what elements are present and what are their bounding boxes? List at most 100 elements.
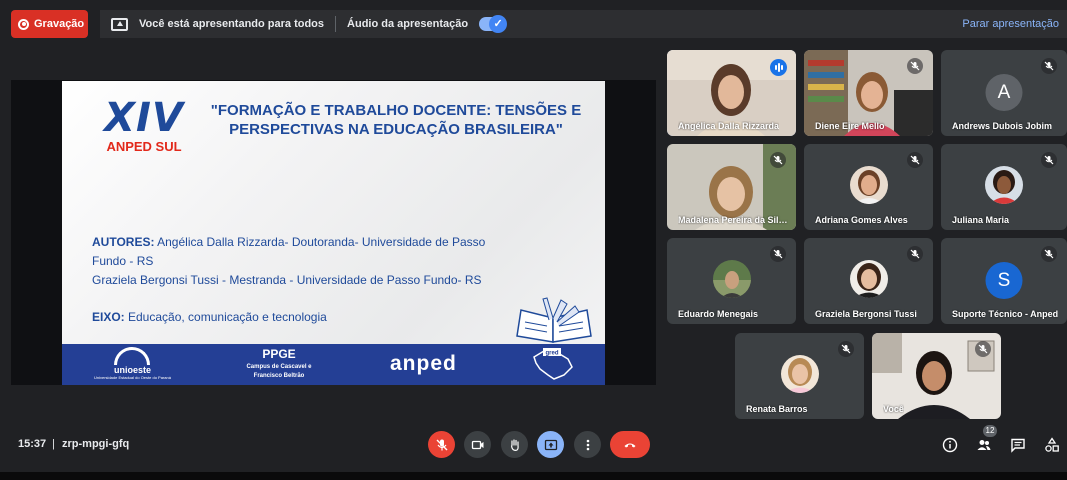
chat-button[interactable] xyxy=(1009,436,1027,454)
meeting-details-button[interactable] xyxy=(941,436,959,454)
participant-name: Renata Barros xyxy=(746,404,808,414)
participant-tile[interactable]: Madalena Pereira da Silva xyxy=(667,144,796,230)
ppge-logo: PPGE Campus de Cascavel e Francisco Belt… xyxy=(240,347,318,381)
chat-icon xyxy=(1011,438,1025,453)
camera-icon xyxy=(471,440,483,449)
mic-off-icon xyxy=(770,152,786,168)
unioeste-subtitle: Universidade Estadual do Oeste do Paraná xyxy=(94,375,171,380)
unioeste-name: unioeste xyxy=(113,365,151,375)
avatar xyxy=(780,355,819,393)
avatar xyxy=(985,166,1023,204)
avatar xyxy=(849,260,888,298)
slide-footer: unioeste Universidade Estadual do Oeste … xyxy=(62,344,605,385)
raise-hand-button[interactable] xyxy=(501,431,528,458)
authors-label: AUTORES: xyxy=(92,235,155,249)
separator: | xyxy=(52,438,55,450)
presenting-text: Você está apresentando para todos xyxy=(139,18,325,30)
activities-icon xyxy=(1045,437,1059,452)
participant-name: Angélica Dalla Rizzarda xyxy=(678,121,780,131)
avatar xyxy=(849,166,888,204)
mic-off-icon xyxy=(907,58,923,74)
ppge-subtitle: Campus de Cascavel e Francisco Beltrão xyxy=(246,364,312,379)
anped-logo: anped xyxy=(390,352,457,375)
participant-tile[interactable]: Adriana Gomes Alves xyxy=(804,144,933,230)
people-button[interactable] xyxy=(975,436,993,454)
participant-tile[interactable]: Eduardo Menegais xyxy=(667,238,796,324)
hang-up-icon xyxy=(624,443,636,447)
activities-button[interactable] xyxy=(1043,436,1061,454)
audio-toggle[interactable]: ✓ xyxy=(479,15,508,33)
check-icon: ✓ xyxy=(489,15,508,33)
participant-name: Diene Eire Mello xyxy=(815,121,885,131)
meeting-code: zrp-mpgi-gfq xyxy=(62,438,130,450)
present-screen-icon xyxy=(111,17,128,31)
participant-name: Adriana Gomes Alves xyxy=(815,215,908,225)
recording-label: Gravação xyxy=(34,18,85,30)
participant-tile[interactable]: Angélica Dalla Rizzarda xyxy=(667,50,796,136)
event-logo: XIV ANPED SUL xyxy=(94,97,194,154)
presentation-bar: Você está apresentando para todos Áudio … xyxy=(100,10,1067,38)
audio-label: Áudio da apresentação xyxy=(347,18,469,30)
map-tag: gred xyxy=(545,351,558,357)
ppge-title: PPGE xyxy=(262,347,296,361)
event-logo-subtitle: ANPED SUL xyxy=(106,139,182,154)
people-icon xyxy=(977,440,991,450)
camera-toggle-button[interactable] xyxy=(464,431,491,458)
mic-off-icon xyxy=(1041,58,1057,74)
mic-off-icon xyxy=(975,341,991,357)
window-bottom-edge xyxy=(0,472,1067,480)
mic-off-icon xyxy=(838,341,854,357)
avatar: S xyxy=(985,262,1023,299)
participant-name: Suporte Técnico - Anped xyxy=(952,309,1059,319)
speaking-indicator-icon xyxy=(770,59,787,76)
record-icon xyxy=(18,18,29,30)
present-now-button[interactable] xyxy=(537,431,564,458)
info-icon xyxy=(942,437,958,453)
unioeste-arc-icon xyxy=(114,347,151,365)
clock: 15:37 xyxy=(18,438,47,450)
open-book-illustration xyxy=(516,297,592,343)
avatar: A xyxy=(985,74,1023,111)
leave-call-button[interactable] xyxy=(610,431,650,458)
map-icon: gred xyxy=(533,348,573,380)
slide: XIV ANPED SUL "FORMAÇÃO E TRABALHO DOCEN… xyxy=(62,81,605,385)
hand-icon xyxy=(510,438,519,451)
slide-eixo: EIXO: Educação, comunicação e tecnologia xyxy=(92,310,327,324)
participant-name: Você xyxy=(883,404,904,414)
slide-authors: AUTORES: Angélica Dalla Rizzarda- Doutor… xyxy=(92,233,522,290)
people-count-badge: 12 xyxy=(983,425,997,437)
mic-off-icon xyxy=(1041,246,1057,262)
more-vert-icon xyxy=(586,439,589,450)
participant-tile[interactable]: Renata Barros xyxy=(735,333,864,419)
mic-off-icon xyxy=(907,152,923,168)
mic-toggle-button[interactable] xyxy=(428,431,455,458)
avatar xyxy=(712,260,751,298)
presentation-stage: XIV ANPED SUL "FORMAÇÃO E TRABALHO DOCEN… xyxy=(11,80,656,385)
divider xyxy=(335,16,337,32)
participant-tile[interactable]: Você xyxy=(872,333,1001,419)
participant-name: Graziela Bergonsi Tussi xyxy=(815,309,917,319)
slide-title: "FORMAÇÃO E TRABALHO DOCENTE: TENSÕES E … xyxy=(210,102,582,138)
mic-off-icon xyxy=(1041,152,1057,168)
participant-tile[interactable]: Juliana Maria xyxy=(941,144,1067,230)
participant-tile[interactable]: Diene Eire Mello xyxy=(804,50,933,136)
participant-tile[interactable]: Graziela Bergonsi Tussi xyxy=(804,238,933,324)
participant-name: Eduardo Menegais xyxy=(678,309,759,319)
event-logo-number: XIV xyxy=(104,95,184,141)
mic-off-icon xyxy=(770,246,786,262)
recording-button[interactable]: Gravação xyxy=(11,10,88,38)
eixo-label: EIXO: xyxy=(92,310,125,324)
stop-presenting-link[interactable]: Parar apresentação xyxy=(962,18,1059,30)
authors-line-2: Graziela Bergonsi Tussi - Mestranda - Un… xyxy=(92,273,482,287)
present-screen-icon xyxy=(544,439,557,450)
mic-off-icon xyxy=(436,439,447,450)
eixo-value: Educação, comunicação e tecnologia xyxy=(124,310,327,324)
unioeste-logo: unioeste Universidade Estadual do Oeste … xyxy=(94,347,171,380)
participant-tile[interactable]: S Suporte Técnico - Anped xyxy=(941,238,1067,324)
participant-tile[interactable]: A Andrews Dubois Jobim xyxy=(941,50,1067,136)
participant-name: Andrews Dubois Jobim xyxy=(952,121,1053,131)
participant-name: Juliana Maria xyxy=(952,215,1010,225)
mic-off-icon xyxy=(907,246,923,262)
more-options-button[interactable] xyxy=(574,431,601,458)
participant-name: Madalena Pereira da Silva xyxy=(678,215,788,225)
